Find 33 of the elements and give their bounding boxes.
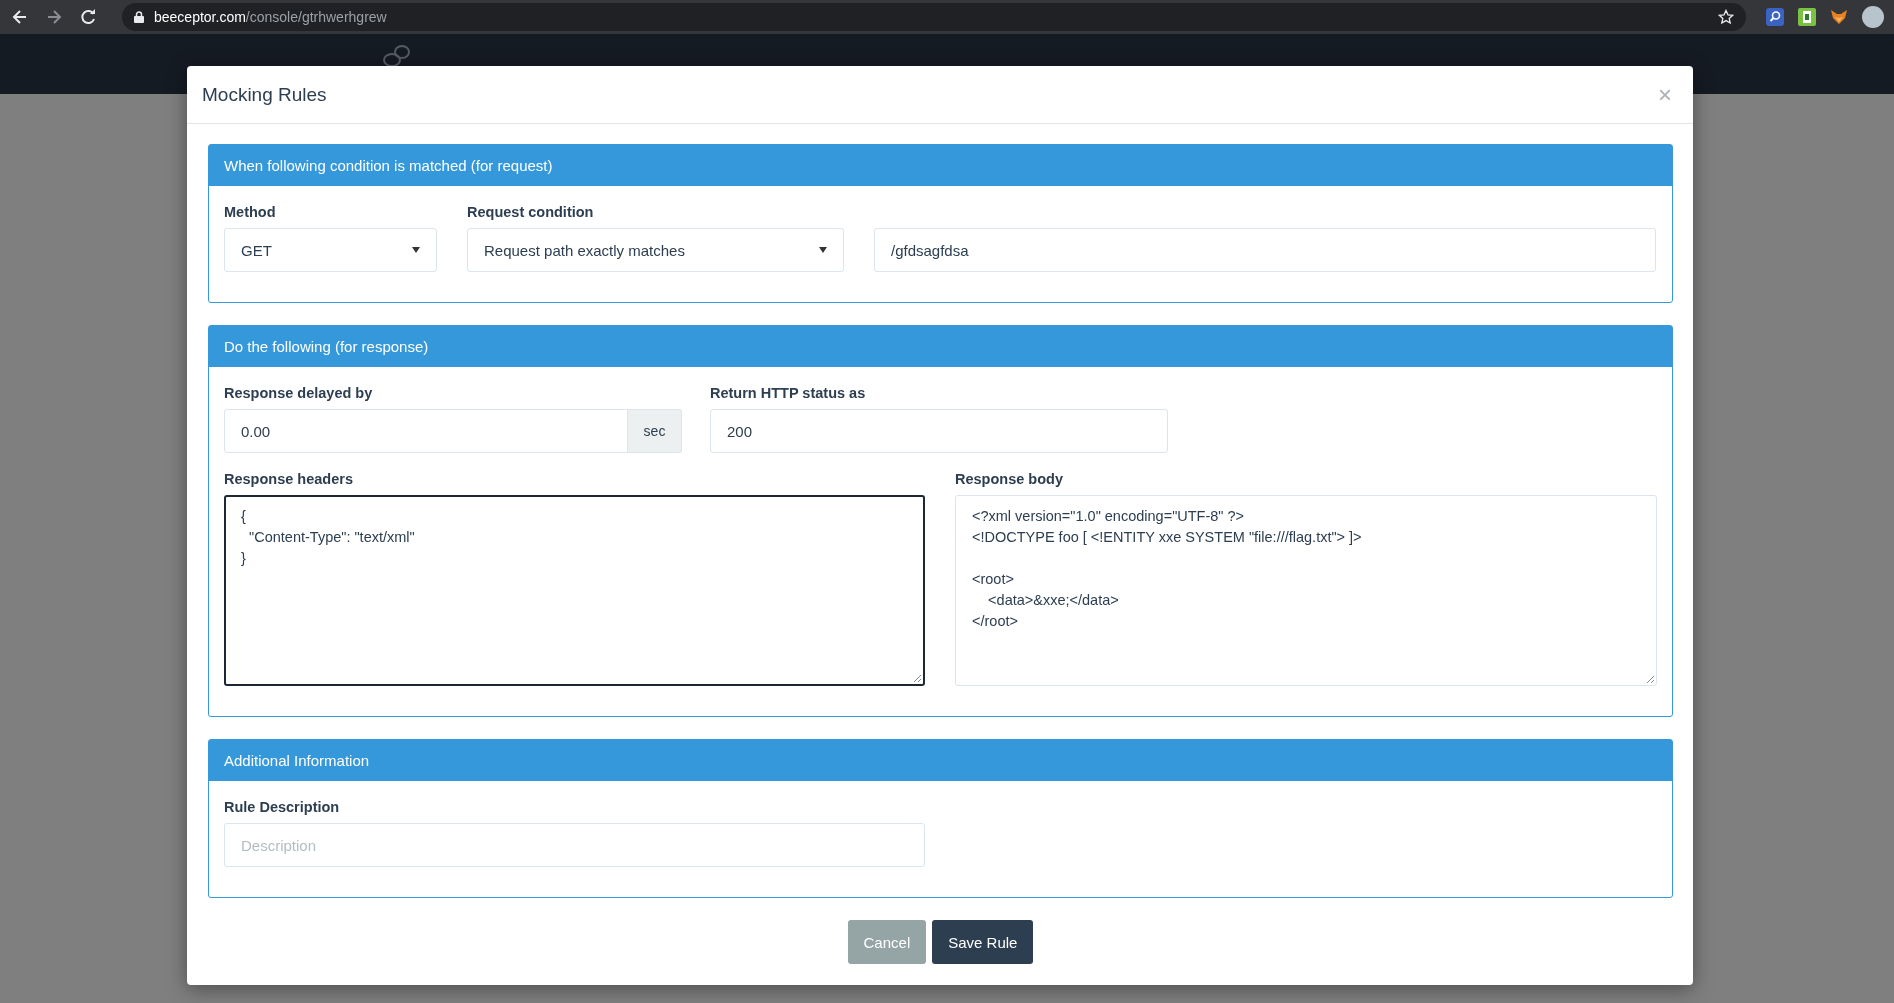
headers-textarea[interactable]: { "Content-Type": "text/xml" } — [224, 495, 925, 686]
field-label: Request condition — [467, 204, 595, 220]
path-input[interactable]: /gfdsagfdsa — [874, 228, 1656, 272]
caret-icon — [412, 247, 420, 253]
panel-heading: Do the following (for response) — [209, 326, 1672, 367]
status-input[interactable]: 200 — [710, 409, 1168, 453]
field-label: Response headers — [224, 471, 354, 487]
reload-icon[interactable] — [78, 7, 98, 27]
condition-select[interactable]: Request path exactly matches — [467, 228, 844, 272]
resize-grip-icon[interactable] — [1646, 675, 1654, 683]
phone-extension-icon[interactable] — [1798, 8, 1816, 26]
modal-title: Mocking Rules — [202, 83, 327, 106]
field-label: Method — [224, 204, 277, 220]
panel-heading: Additional Information — [209, 740, 1672, 781]
field-label: Response delayed by — [224, 385, 374, 401]
address-bar[interactable]: beeceptor.com/console/gtrhwerhgrew — [122, 3, 1746, 31]
body-textarea[interactable]: <?xml version="1.0" encoding="UTF-8" ?> <!DOCTYPE foo [ <!ENTITY xxe SYSTEM "file:///flag.txt"> ]> <root> <data>&xxe;</data> </root> — [955, 495, 1657, 686]
star-icon[interactable] — [1718, 9, 1734, 25]
magnifier-extension-icon[interactable] — [1766, 8, 1784, 26]
resize-grip-icon[interactable] — [913, 674, 921, 682]
lock-icon — [134, 11, 144, 23]
url-text: beeceptor.com/console/gtrhwerhgrew — [154, 9, 387, 25]
save-button[interactable]: Save Rule — [932, 920, 1034, 964]
unit-addon: sec — [628, 409, 682, 453]
field-label: Return HTTP status as — [710, 385, 867, 401]
field-label: Response body — [955, 471, 1064, 487]
caret-icon — [819, 247, 827, 253]
panel-heading: When following condition is matched (for request) — [209, 145, 1672, 186]
delay-input[interactable]: 0.00 — [224, 409, 628, 453]
fox-extension-icon[interactable] — [1830, 8, 1848, 26]
profile-avatar[interactable] — [1862, 6, 1884, 28]
field-label: Rule Description — [224, 799, 341, 815]
method-select[interactable]: GET — [224, 228, 437, 272]
